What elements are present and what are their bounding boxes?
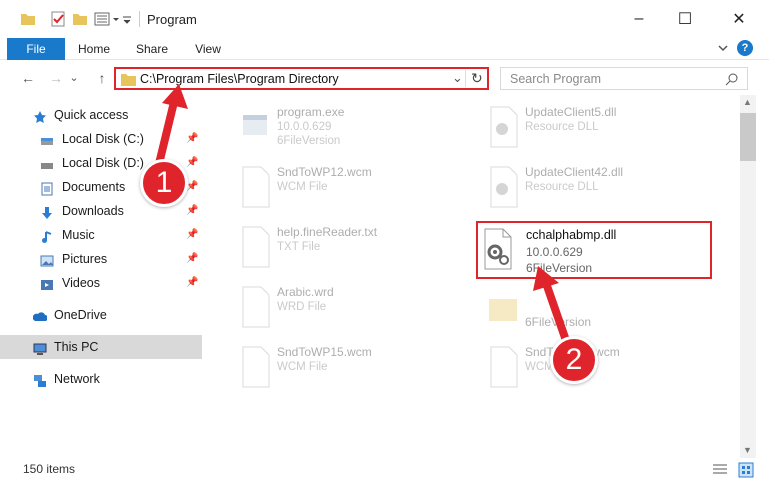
step-badge-1: 1 xyxy=(140,159,188,207)
step-badge-2: 2 xyxy=(550,336,598,384)
annotation-arrows xyxy=(153,84,574,356)
arrow-head-1 xyxy=(162,84,188,109)
